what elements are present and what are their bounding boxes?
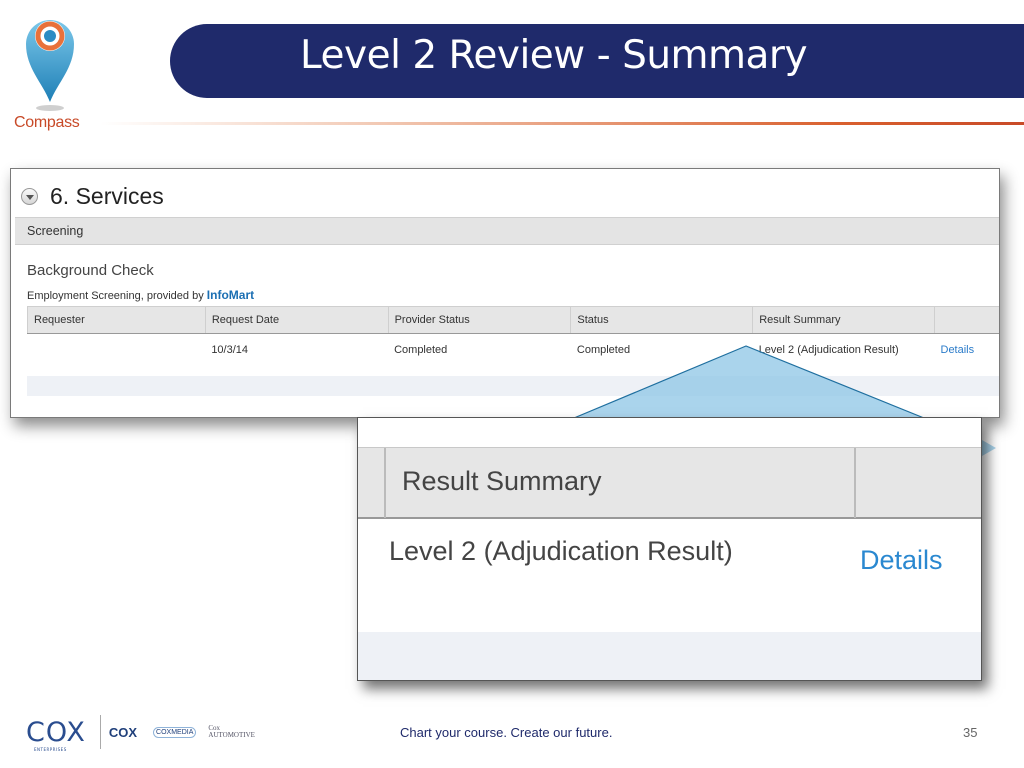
page-title: Level 2 Review - Summary <box>300 33 808 78</box>
cox-enterprises-sub: ENTERPRISES <box>34 746 67 752</box>
column-header[interactable]: Provider Status <box>387 306 572 334</box>
cell-result-summary: Level 2 (Adjudication Result) <box>758 343 899 356</box>
column-header <box>934 306 999 334</box>
cell-request-date: 10/3/14 <box>211 343 249 356</box>
chevron-down-icon[interactable] <box>21 188 38 205</box>
cox-enterprises-logo: COX ENTERPRISES <box>26 716 86 752</box>
cox-logo: COX <box>108 724 138 740</box>
cox-media-logo: COXMEDIA <box>153 726 197 738</box>
tagline: Chart your course. Create our future. <box>400 725 613 740</box>
zoomed-result-panel: Result Summary Level 2 (Adjudication Res… <box>357 417 982 681</box>
table-row: 10/3/14 Completed Completed Level 2 (Adj… <box>28 334 1000 366</box>
logo-text: Compass <box>14 114 80 131</box>
background-check-table: Requester Request Date Provider Status S… <box>27 306 1000 366</box>
provider-line-prefix: Employment Screening, provided by <box>27 290 204 302</box>
table-footer-stripe <box>27 376 999 396</box>
zoom-header-row: Result Summary <box>358 447 981 519</box>
zoom-header-cell: Result Summary <box>384 448 856 518</box>
zoom-footer-stripe <box>358 632 981 680</box>
details-link[interactable]: Details <box>935 334 1000 366</box>
column-header[interactable]: Status <box>570 306 754 334</box>
cox-enterprises-word: COX <box>26 716 86 748</box>
cell-status: Completed <box>576 343 631 356</box>
section-header[interactable]: 6. Services <box>21 183 164 210</box>
provider-line: Employment Screening, provided by InfoMa… <box>27 288 254 302</box>
column-header[interactable]: Result Summary <box>752 306 935 334</box>
location-pin-icon <box>26 20 74 111</box>
section-title: 6. Services <box>50 183 164 209</box>
provider-name: InfoMart <box>206 288 255 302</box>
zoom-header-label: Result Summary <box>402 466 602 496</box>
accent-divider <box>100 122 1024 125</box>
table-header-row: Requester Request Date Provider Status S… <box>27 306 999 334</box>
page-number: 35 <box>963 725 978 740</box>
cox-automotive-line2: AUTOMOTIVE <box>208 731 255 739</box>
background-check-title: Background Check <box>27 262 154 279</box>
cell-requester <box>28 334 206 366</box>
cell-provider-status: Completed <box>394 343 448 356</box>
cox-brand-logos: COX ENTERPRISES COX COXMEDIA Cox AUTOMOT… <box>26 712 255 752</box>
column-header[interactable]: Requester <box>27 306 206 334</box>
cox-automotive-logo: Cox AUTOMOTIVE <box>208 725 255 739</box>
logo-divider <box>99 715 101 749</box>
zoom-details-link[interactable]: Details <box>860 545 943 576</box>
column-header[interactable]: Request Date <box>204 306 389 334</box>
zoom-result-text: Level 2 (Adjudication Result) <box>389 536 733 566</box>
compass-logo: Compass <box>14 10 94 135</box>
screening-group-bar: Screening <box>15 217 999 245</box>
services-screenshot: 6. Services Screening Background Check E… <box>10 168 1000 418</box>
